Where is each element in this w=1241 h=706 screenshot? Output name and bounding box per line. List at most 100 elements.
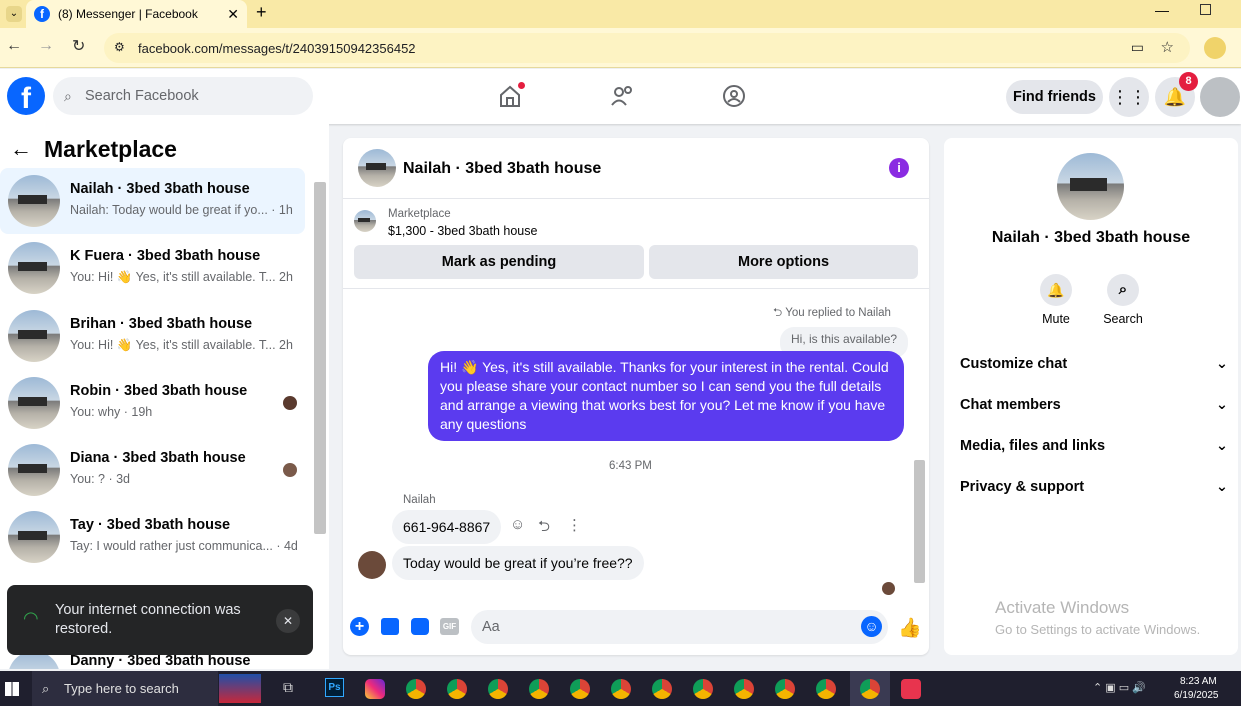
search-placeholder: Search Facebook: [85, 88, 199, 104]
facebook-favicon-icon: f: [34, 6, 50, 22]
chrome-icon[interactable]: [693, 679, 713, 699]
tab-list-chevron-icon[interactable]: ⌄: [6, 6, 22, 22]
cast-icon[interactable]: ▭: [1131, 39, 1144, 56]
seen-avatar: [283, 396, 297, 410]
conversation-scrollbar[interactable]: [314, 182, 326, 534]
search-button[interactable]: ⌕ Search: [1101, 274, 1145, 326]
profile-avatar[interactable]: [1057, 153, 1124, 220]
site-info-icon[interactable]: ⚙: [114, 40, 125, 54]
minimize-icon[interactable]: —: [1155, 2, 1169, 18]
listing-price[interactable]: $1,300 - 3bed 3bath house: [388, 224, 537, 238]
search-input[interactable]: ⌕ Search Facebook: [53, 77, 313, 115]
photo-icon[interactable]: [381, 618, 399, 635]
activate-windows-title: Activate Windows: [995, 598, 1130, 617]
back-arrow-icon[interactable]: ←: [10, 136, 32, 162]
photoshop-icon[interactable]: Ps: [325, 678, 344, 697]
sticker-icon[interactable]: [411, 618, 429, 635]
listing-divider: [343, 288, 929, 289]
message-input[interactable]: Aa ☺: [471, 610, 888, 644]
chrome-icon[interactable]: [529, 679, 549, 699]
conversation-item[interactable]: Diana · 3bed 3bath house You: ? · 3d: [0, 437, 305, 503]
chat-avatar[interactable]: [358, 149, 396, 187]
new-tab-icon[interactable]: +: [256, 2, 267, 23]
back-icon[interactable]: ←: [6, 37, 22, 55]
reload-icon[interactable]: ↻: [72, 36, 85, 56]
system-tray-icons[interactable]: ⌃ ▣ ▭ 🔊: [1093, 681, 1146, 694]
chrome-icon[interactable]: [406, 679, 426, 699]
mute-button[interactable]: 🔔 Mute: [1036, 274, 1076, 326]
conversation-preview: You: why · 19h: [70, 405, 153, 419]
conversation-item[interactable]: K Fuera · 3bed 3bath house You: Hi! 👋 Ye…: [0, 235, 305, 301]
more-actions-icon[interactable]: ⋮: [567, 516, 582, 534]
incoming-message[interactable]: Today would be great if you’re free??: [392, 546, 644, 580]
like-thumbs-up-icon[interactable]: 👍: [898, 616, 922, 640]
conversation-item[interactable]: Brihan · 3bed 3bath house You: Hi! 👋 Yes…: [0, 303, 305, 369]
chevron-down-icon: ⌄: [1215, 356, 1228, 372]
conversation-item[interactable]: Tay · 3bed 3bath house Tay: I would rath…: [0, 504, 305, 570]
home-notification-dot: [518, 82, 525, 89]
taskbar-date[interactable]: 6/19/2025: [1174, 690, 1219, 701]
friends-icon[interactable]: [610, 85, 636, 107]
chrome-icon[interactable]: [652, 679, 672, 699]
home-icon[interactable]: [498, 82, 525, 107]
chevron-down-icon: ⌄: [1215, 438, 1228, 454]
chrome-icon[interactable]: [775, 679, 795, 699]
add-icon[interactable]: +: [350, 617, 369, 636]
chrome-icon[interactable]: [860, 679, 880, 699]
bookmark-star-icon[interactable]: ☆: [1161, 38, 1174, 56]
taskbar-search-input[interactable]: ⌕ Type here to search: [32, 671, 218, 706]
menu-grid-icon[interactable]: ⋮⋮: [1109, 77, 1149, 117]
taskbar-time[interactable]: 8:23 AM: [1180, 676, 1217, 687]
conversation-avatar: [8, 444, 60, 496]
outgoing-message[interactable]: Hi! 👋 Yes, it's still available. Thanks …: [428, 351, 904, 441]
browser-toolbar: ← → ↻ ⚙ facebook.com/messages/t/24039150…: [0, 28, 1241, 68]
facebook-logo-icon[interactable]: f: [7, 77, 45, 115]
option-label: Privacy & support: [960, 479, 1085, 495]
chat-members-row[interactable]: Chat members ⌄: [960, 397, 1228, 413]
task-view-icon[interactable]: ⧉: [283, 679, 293, 696]
customize-chat-row[interactable]: Customize chat ⌄: [960, 356, 1228, 372]
windows-start-icon[interactable]: [5, 682, 19, 696]
listing-thumbnail: [354, 210, 376, 232]
chrome-icon[interactable]: [447, 679, 467, 699]
more-options-button[interactable]: More options: [649, 245, 918, 279]
incoming-message[interactable]: 661-964-8867: [392, 510, 502, 544]
emoji-icon[interactable]: ☺: [861, 616, 882, 637]
chrome-icon[interactable]: [570, 679, 590, 699]
address-bar[interactable]: ⚙ facebook.com/messages/t/24039150942356…: [104, 33, 1190, 63]
conversation-item[interactable]: Robin · 3bed 3bath house You: why · 19h: [0, 370, 305, 436]
instagram-icon[interactable]: [365, 679, 385, 699]
screen-recorder-icon[interactable]: [901, 679, 921, 699]
restore-icon[interactable]: [1200, 4, 1211, 15]
media-files-links-row[interactable]: Media, files and links ⌄: [960, 438, 1228, 454]
close-tab-icon[interactable]: ✕: [227, 6, 239, 23]
privacy-support-row[interactable]: Privacy & support ⌄: [960, 479, 1228, 495]
chrome-icon[interactable]: [611, 679, 631, 699]
chat-info-panel: Nailah · 3bed 3bath house 🔔 Mute ⌕ Searc…: [944, 138, 1238, 655]
browser-tab[interactable]: f (8) Messenger | Facebook ✕: [26, 0, 247, 28]
chat-scrollbar[interactable]: [914, 460, 925, 583]
taskbar-weather-icon[interactable]: [219, 674, 261, 703]
conversation-title: Brihan · 3bed 3bath house: [70, 316, 253, 332]
conversation-avatar: [8, 175, 60, 227]
forward-icon[interactable]: →: [38, 37, 54, 55]
chat-title[interactable]: Nailah · 3bed 3bath house: [403, 160, 601, 178]
find-friends-button[interactable]: Find friends: [1006, 80, 1103, 114]
groups-icon[interactable]: [722, 84, 746, 108]
mark-as-pending-button[interactable]: Mark as pending: [354, 245, 644, 279]
seen-avatar: [283, 463, 297, 477]
conversation-title: Nailah · 3bed 3bath house: [70, 181, 250, 197]
close-toast-icon[interactable]: ✕: [276, 609, 300, 633]
account-avatar[interactable]: [1200, 77, 1240, 117]
gif-icon[interactable]: GIF: [440, 618, 459, 635]
chrome-icon[interactable]: [488, 679, 508, 699]
info-icon[interactable]: i: [889, 158, 909, 178]
wifi-icon: ◠: [23, 608, 39, 628]
sender-avatar: [358, 551, 386, 579]
chrome-icon[interactable]: [734, 679, 754, 699]
chrome-icon[interactable]: [816, 679, 836, 699]
profile-icon[interactable]: [1204, 37, 1226, 59]
react-emoji-icon[interactable]: ☺: [510, 516, 525, 533]
conversation-item[interactable]: Nailah · 3bed 3bath house Nailah: Today …: [0, 168, 305, 234]
reply-action-icon[interactable]: ⮌: [538, 516, 550, 541]
